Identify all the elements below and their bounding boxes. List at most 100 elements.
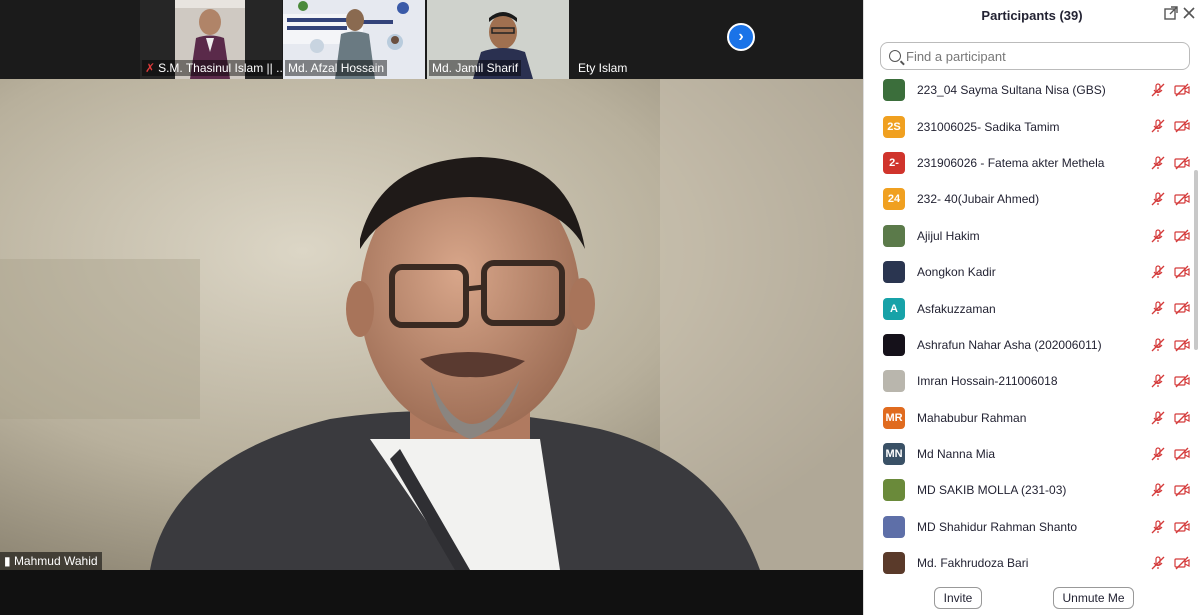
thumbnail-name: Md. Afzal Hossain <box>288 61 385 75</box>
search-box[interactable] <box>880 42 1190 70</box>
participant-name: Mahabubur Rahman <box>917 410 1027 425</box>
participant-row[interactable]: 2S 231006025- Sadika Tamim <box>864 108 1194 144</box>
video-off-icon <box>1174 192 1190 206</box>
mic-muted-icon <box>1150 410 1166 425</box>
video-off-icon <box>1174 447 1190 461</box>
mic-muted-icon <box>1150 228 1166 243</box>
mic-muted-icon <box>1150 338 1166 352</box>
avatar <box>883 224 905 247</box>
panel-footer: Invite Unmute Me <box>864 582 1200 615</box>
participant-row[interactable]: MR Mahabubur Rahman <box>864 400 1194 436</box>
participant-row[interactable]: Imran Hossain-211006018 <box>864 363 1194 399</box>
video-off-icon <box>1174 265 1190 279</box>
video-off-icon <box>1174 83 1190 97</box>
participant-row[interactable]: MN Md Nanna Mia <box>864 436 1194 472</box>
participant-name: Aongkon Kadir <box>917 265 996 280</box>
status-icons <box>1150 228 1190 243</box>
avatar <box>883 370 905 393</box>
mic-muted-icon <box>1150 83 1166 97</box>
zoom-meeting-window: ✗ S.M. Thasinul Islam || ... Md. Afzal H… <box>0 0 1200 615</box>
thumbnail-tile[interactable]: ✗ S.M. Thasinul Islam || ... <box>140 0 282 79</box>
active-speaker-video: ▮ Mahmud Wahid <box>0 79 863 570</box>
thumbnail-tile[interactable]: Ety Islam <box>571 0 713 79</box>
avatar <box>883 261 905 284</box>
participant-row[interactable]: 24 232- 40(Jubair Ahmed) <box>864 181 1194 217</box>
participant-name: Imran Hossain-211006018 <box>917 374 1058 389</box>
participant-row[interactable]: MD SAKIB MOLLA (231-03) <box>864 472 1194 508</box>
participant-name: 232- 40(Jubair Ahmed) <box>917 192 1040 207</box>
thumbnail-name-label: Md. Jamil Sharif <box>429 60 522 76</box>
speaker-video-frame <box>0 79 863 570</box>
unmute-me-button[interactable]: Unmute Me <box>1053 587 1134 609</box>
video-off-icon <box>1174 483 1190 497</box>
thumbnail-strip: ✗ S.M. Thasinul Islam || ... Md. Afzal H… <box>0 0 863 79</box>
participant-name: MD SAKIB MOLLA (231-03) <box>917 483 1067 498</box>
status-icons <box>1150 520 1190 534</box>
participant-name: 231006025- Sadika Tamim <box>917 119 1060 134</box>
participant-row[interactable]: Md. Fakhrudoza Bari <box>864 545 1194 575</box>
participant-name: Ajijul Hakim <box>917 228 980 243</box>
speaker-name: Mahmud Wahid <box>13 554 98 568</box>
thumbnail-tile[interactable]: Md. Jamil Sharif <box>427 0 569 79</box>
participants-panel: Participants (39) 223_04 Sayma Sultana N… <box>863 0 1200 615</box>
search-input[interactable] <box>906 48 1176 64</box>
thumbnail-name: S.M. Thasinul Islam || ... <box>158 61 282 75</box>
mic-muted-icon <box>1150 265 1166 279</box>
video-off-icon <box>1174 301 1190 315</box>
video-off-icon <box>1174 411 1190 425</box>
avatar <box>883 552 905 575</box>
status-icons <box>1150 447 1190 461</box>
participant-name: MD Shahidur Rahman Shanto <box>917 519 1078 534</box>
participant-row[interactable]: MD Shahidur Rahman Shanto <box>864 509 1194 545</box>
status-icons <box>1150 410 1190 425</box>
status-icons <box>1150 119 1190 133</box>
avatar: 2- <box>883 151 905 174</box>
status-icons <box>1150 301 1190 315</box>
participant-row[interactable]: Aongkon Kadir <box>864 254 1194 290</box>
participant-row[interactable]: Ajijul Hakim <box>864 218 1194 254</box>
video-off-icon <box>1174 374 1190 388</box>
avatar <box>883 333 905 356</box>
thumbnail-tile[interactable]: Md. Afzal Hossain <box>283 0 425 79</box>
status-icons <box>1150 338 1190 352</box>
mic-muted-icon <box>1150 119 1166 133</box>
participant-name: 223_04 Sayma Sultana Nisa (GBS) <box>917 83 1106 98</box>
video-off-icon <box>1174 520 1190 534</box>
video-off-icon <box>1174 229 1190 243</box>
status-icons <box>1150 556 1190 570</box>
next-page-button[interactable]: › <box>727 23 755 51</box>
participant-row[interactable]: A Asfakuzzaman <box>864 290 1194 326</box>
avatar: 24 <box>883 188 905 211</box>
avatar <box>883 515 905 538</box>
mic-muted-icon <box>1150 483 1166 497</box>
status-icons <box>1150 192 1190 206</box>
video-area: ✗ S.M. Thasinul Islam || ... Md. Afzal H… <box>0 0 863 615</box>
participant-row[interactable]: 223_04 Sayma Sultana Nisa (GBS) <box>864 72 1194 108</box>
avatar: MR <box>883 406 905 429</box>
invite-button[interactable]: Invite <box>934 587 982 609</box>
avatar <box>883 79 905 102</box>
video-off-icon <box>1174 156 1190 170</box>
chevron-right-icon: › <box>738 28 744 45</box>
panel-title: Participants (39) <box>981 7 1083 23</box>
pop-out-icon[interactable] <box>1164 6 1178 23</box>
status-icons <box>1150 83 1190 97</box>
mic-muted-icon <box>1150 447 1166 461</box>
mic-muted-icon: ✗ <box>145 61 156 75</box>
mic-muted-icon <box>1150 520 1166 534</box>
thumbnail-name-label: Ety Islam <box>575 60 630 76</box>
mic-muted-icon <box>1150 374 1166 388</box>
participant-row[interactable]: Ashrafun Nahar Asha (202006011) <box>864 327 1194 363</box>
close-icon[interactable] <box>1182 6 1196 23</box>
thumbnail-name: Md. Jamil Sharif <box>432 61 519 75</box>
speaker-name-label: ▮ Mahmud Wahid <box>0 552 102 570</box>
participant-row[interactable]: 2- 231906026 - Fatema akter Methela <box>864 145 1194 181</box>
avatar <box>883 479 905 502</box>
status-icons <box>1150 156 1190 170</box>
search-icon <box>889 50 901 62</box>
mic-muted-icon <box>1150 556 1166 570</box>
video-off-icon <box>1174 338 1190 352</box>
mic-muted-icon <box>1150 192 1166 206</box>
list-scrollbar[interactable] <box>1194 170 1198 350</box>
avatar: A <box>883 297 905 320</box>
